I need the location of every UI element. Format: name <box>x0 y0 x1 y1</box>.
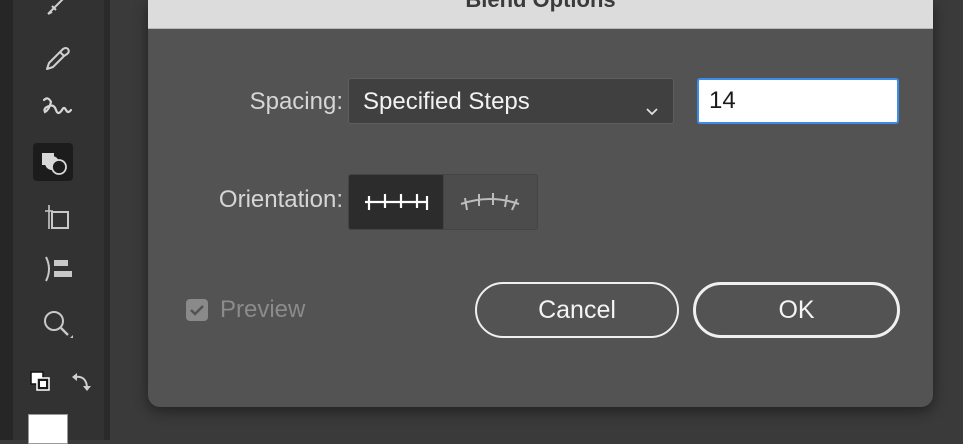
swap-fill-stroke-icon[interactable] <box>64 362 100 400</box>
align-icon[interactable] <box>37 250 77 288</box>
spacing-label: Spacing: <box>249 88 343 115</box>
align-to-path-icon <box>455 186 525 219</box>
chevron-down-icon <box>645 96 659 124</box>
pencil-icon[interactable] <box>37 0 77 24</box>
eyedropper-icon[interactable] <box>37 40 77 78</box>
blend-options-dialog: Blend Options Spacing: Specified Steps O… <box>148 0 933 407</box>
steps-input[interactable] <box>697 78 899 124</box>
dialog-titlebar: Blend Options <box>148 0 933 29</box>
ok-button[interactable]: OK <box>693 282 900 338</box>
preview-checkbox-row: Preview <box>186 296 305 324</box>
orientation-align-to-page-button[interactable] <box>349 175 443 229</box>
dialog-title: Blend Options <box>148 0 933 13</box>
preview-label: Preview <box>220 296 306 323</box>
preview-checkbox[interactable] <box>186 299 208 321</box>
blend-tool-icon[interactable] <box>37 89 77 127</box>
spacing-select-value: Specified Steps <box>363 88 530 115</box>
zoom-icon[interactable] <box>37 305 77 343</box>
artboard-icon[interactable] <box>37 198 77 236</box>
fill-stroke-icon[interactable] <box>25 362 55 400</box>
cancel-button[interactable]: Cancel <box>475 282 679 338</box>
spacing-select[interactable]: Specified Steps <box>348 78 674 124</box>
tools-panel <box>0 0 110 444</box>
orientation-label: Orientation: <box>218 186 343 213</box>
align-to-page-icon <box>361 186 431 219</box>
orientation-align-to-path-button[interactable] <box>442 175 537 229</box>
orientation-segmented-control <box>348 174 538 230</box>
shape-builder-icon[interactable] <box>33 143 73 181</box>
panel-edge <box>0 0 13 440</box>
panel-edge <box>104 0 110 440</box>
